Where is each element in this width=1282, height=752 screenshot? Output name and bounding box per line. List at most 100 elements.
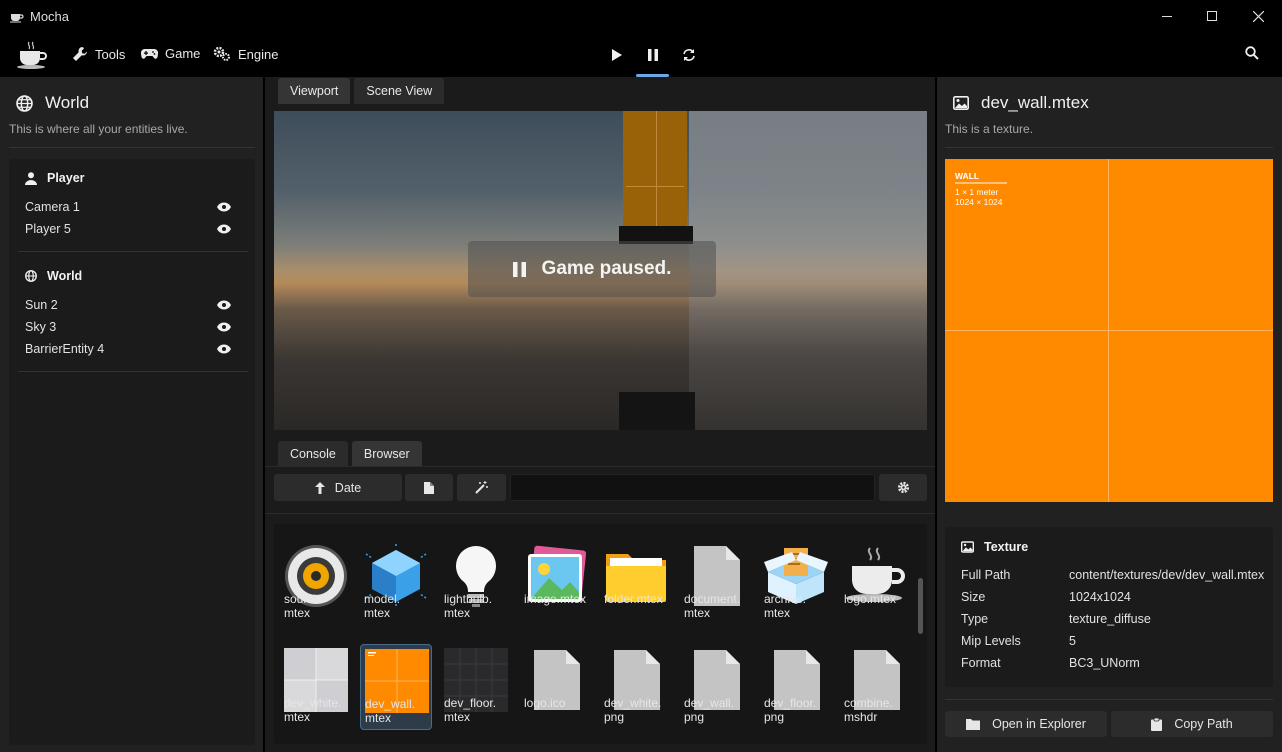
property-value: BC3_UNorm — [1069, 656, 1140, 670]
group-player[interactable]: Player — [25, 171, 85, 185]
asset-item-selected[interactable]: dev_wall. mtex — [360, 644, 432, 730]
entity-row[interactable]: BarrierEntity 4 — [25, 339, 231, 359]
folder-icon — [966, 719, 981, 730]
sort-label: Date — [334, 480, 362, 495]
game-paused-overlay: Game paused. — [468, 241, 716, 297]
browser-scrollbar[interactable] — [918, 578, 923, 634]
asset-item[interactable]: archive. mtex — [760, 540, 832, 626]
asset-item[interactable]: image.mtex — [520, 540, 592, 626]
menu-bar: Tools Game Engine — [0, 32, 1282, 77]
minimize-icon — [1162, 16, 1172, 17]
eye-icon[interactable] — [217, 224, 231, 234]
copy-path-button[interactable]: Copy Path — [1111, 711, 1273, 737]
property-row: Mip Levels 5 — [961, 634, 1261, 652]
asset-label: combine. mshdr — [844, 696, 893, 724]
asset-item[interactable]: folder.mtex — [600, 540, 672, 626]
eye-icon[interactable] — [217, 202, 231, 212]
group-world-label: World — [47, 269, 83, 283]
game-viewport[interactable]: Game paused. — [274, 111, 927, 430]
texture-label-res: 1024 × 1024 — [955, 197, 1003, 207]
entity-row[interactable]: Camera 1 — [25, 197, 231, 217]
tab-console[interactable]: Console — [278, 441, 348, 467]
pause-button[interactable] — [643, 45, 663, 65]
asset-item[interactable]: model. mtex — [360, 540, 432, 626]
search-button[interactable] — [1245, 46, 1259, 63]
asset-label: dev_white. png — [604, 696, 662, 724]
maximize-icon — [1207, 11, 1217, 21]
entity-label: BarrierEntity 4 — [25, 342, 105, 356]
asset-item[interactable]: dev_wall. png — [680, 644, 752, 730]
asset-label: dev_wall. png — [684, 696, 735, 724]
asset-item[interactable]: sound. mtex — [280, 540, 352, 626]
asset-item[interactable]: dev_white. mtex — [280, 644, 352, 730]
eye-icon[interactable] — [217, 322, 231, 332]
entity-row[interactable]: Sky 3 — [25, 317, 231, 337]
texture-section-header: Texture — [961, 540, 1028, 554]
property-key: Mip Levels — [961, 634, 1021, 648]
globe-icon — [16, 94, 33, 112]
person-icon — [25, 171, 37, 185]
entity-label: Sky 3 — [25, 320, 57, 334]
scene-block — [619, 392, 695, 430]
texture-section-label: Texture — [984, 540, 1029, 554]
menu-tools[interactable]: Tools — [72, 46, 125, 62]
asset-label: lightbulb. mtex — [444, 592, 493, 620]
pause-icon — [512, 261, 526, 277]
gears-icon — [213, 46, 230, 61]
tab-viewport[interactable]: Viewport — [278, 78, 351, 104]
menu-game[interactable]: Game — [141, 46, 200, 61]
bottom-tabs: Console Browser — [278, 441, 422, 467]
asset-label: model. mtex — [364, 592, 401, 620]
magic-wand-button[interactable] — [457, 474, 506, 501]
menu-engine[interactable]: Engine — [213, 46, 278, 62]
new-file-button[interactable] — [405, 474, 453, 501]
asset-item[interactable]: dev_floor. mtex — [440, 644, 512, 730]
asset-label: logo.ico — [524, 696, 566, 710]
minimize-button[interactable] — [1144, 0, 1190, 32]
entity-label: Player 5 — [25, 222, 71, 236]
world-panel-title: World — [16, 93, 89, 113]
entity-row[interactable]: Player 5 — [25, 219, 231, 239]
property-row: Full Path content/textures/dev/dev_wall.… — [961, 568, 1264, 586]
property-row: Type texture_diffuse — [961, 612, 1261, 630]
asset-item[interactable]: lightbulb. mtex — [440, 540, 512, 626]
property-key: Full Path — [961, 568, 1011, 582]
world-subtitle: This is where all your entities live. — [9, 122, 188, 136]
entity-label: Camera 1 — [25, 200, 80, 214]
asset-item[interactable]: combine. mshdr — [840, 644, 912, 730]
entity-row[interactable]: Sun 2 — [25, 295, 231, 315]
asset-item[interactable]: dev_white. png — [600, 644, 672, 730]
group-world[interactable]: World — [25, 269, 82, 283]
divider — [265, 513, 935, 514]
paused-text: Game paused. — [541, 258, 672, 279]
sort-date-button[interactable]: Date — [274, 474, 402, 501]
open-in-explorer-button[interactable]: Open in Explorer — [945, 711, 1107, 737]
asset-label: archive. mtex — [764, 592, 807, 620]
tab-browser[interactable]: Browser — [351, 441, 422, 467]
reload-button[interactable] — [679, 45, 699, 65]
arrow-up-icon — [314, 481, 325, 494]
entity-outliner: Player Camera 1 Player 5 World Sun 2 Sky… — [9, 159, 255, 745]
logo-coffee-icon — [17, 41, 47, 69]
asset-item[interactable]: logo.mtex — [840, 540, 912, 626]
play-icon — [612, 49, 622, 61]
close-button[interactable] — [1235, 0, 1281, 32]
asset-item[interactable]: dev_floor. png — [760, 644, 832, 730]
eye-icon[interactable] — [217, 344, 231, 354]
menu-game-label: Game — [165, 46, 201, 61]
asset-label: dev_white. mtex — [284, 696, 342, 724]
asset-item[interactable]: document. mtex — [680, 540, 752, 626]
browser-search-input[interactable] — [510, 474, 875, 501]
clipboard-icon — [1151, 717, 1163, 731]
menu-engine-label: Engine — [238, 46, 279, 62]
asset-label: logo.mtex — [844, 592, 897, 606]
tab-scene-view[interactable]: Scene View — [354, 78, 445, 104]
asset-label: folder.mtex — [604, 592, 663, 606]
browser-settings-button[interactable] — [879, 474, 927, 501]
maximize-button[interactable] — [1189, 0, 1235, 32]
play-button[interactable] — [607, 45, 627, 65]
property-key: Type — [961, 612, 989, 626]
eye-icon[interactable] — [217, 300, 231, 310]
asset-item[interactable]: logo.ico — [520, 644, 592, 730]
world-panel: World This is where all your entities li… — [0, 77, 263, 752]
